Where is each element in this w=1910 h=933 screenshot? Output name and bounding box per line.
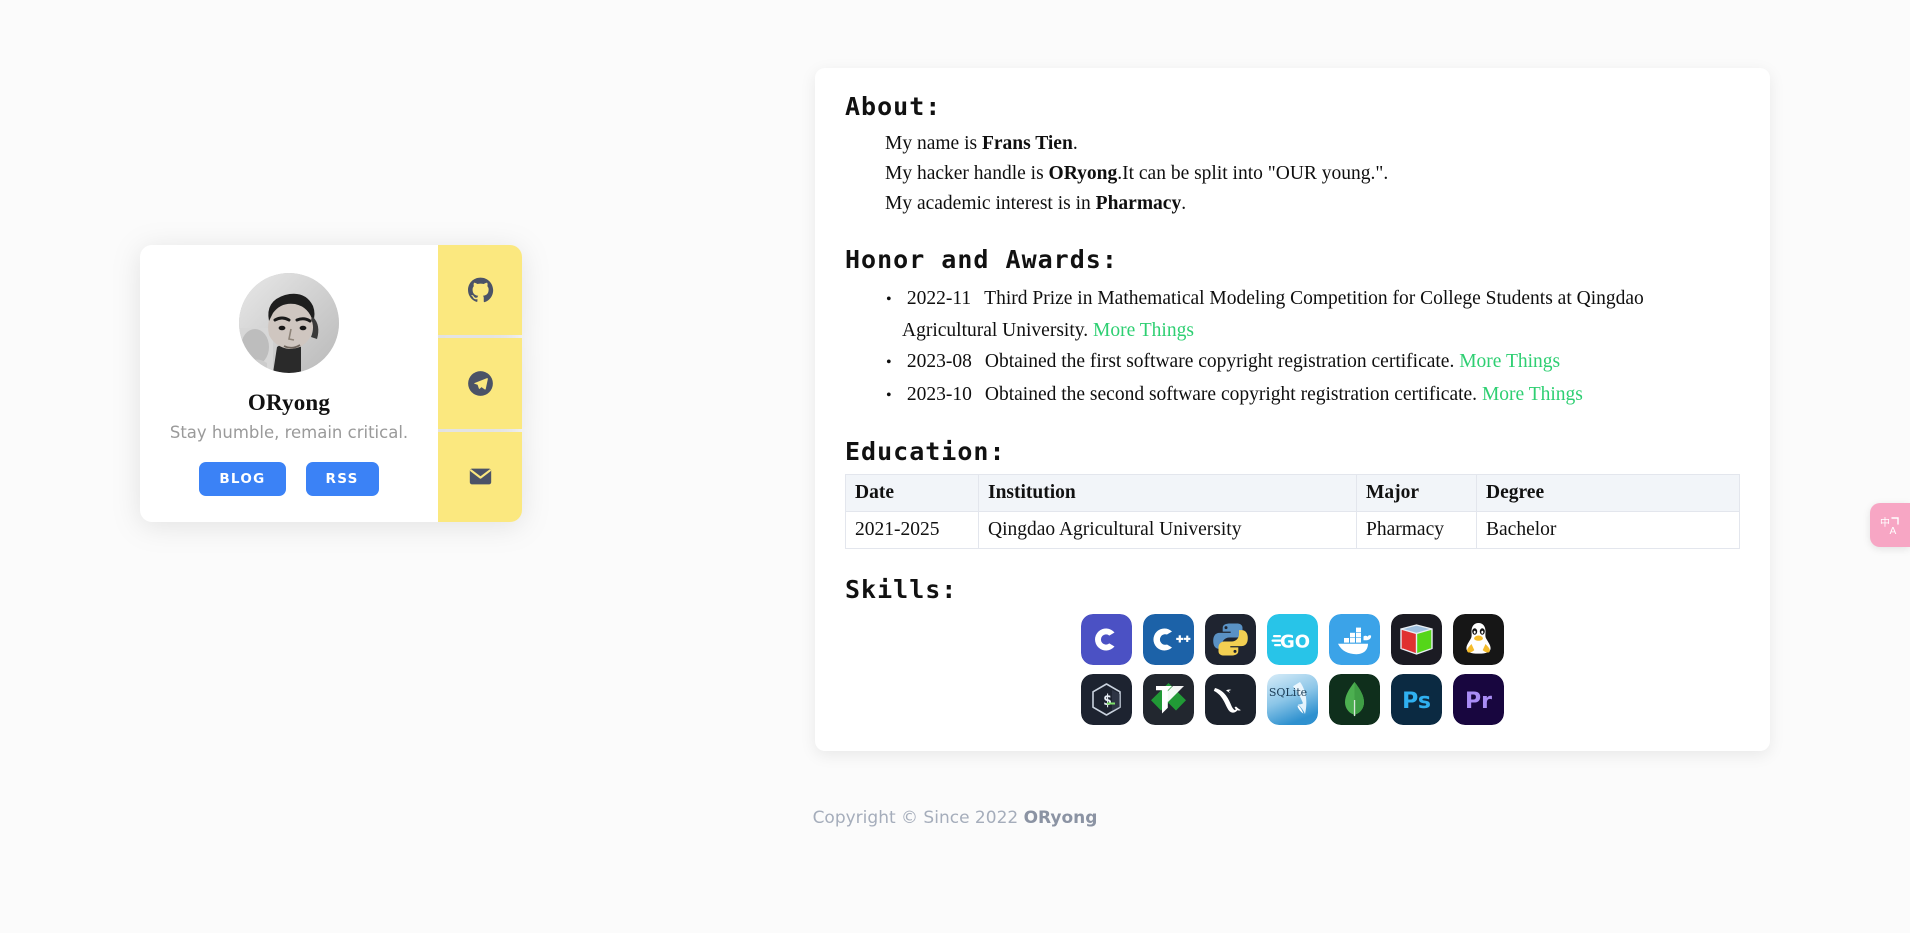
about-line-handle-value: ORyong bbox=[1048, 163, 1118, 184]
profile-card: ORyong Stay humble, remain critical. BLO… bbox=[140, 245, 438, 522]
skill-docker-icon[interactable] bbox=[1329, 614, 1380, 665]
email-icon bbox=[469, 468, 491, 485]
footer-text: Copyright © Since 2022 bbox=[812, 808, 1024, 828]
translate-widget-button[interactable]: 中 A bbox=[1870, 503, 1910, 547]
award-text: Third Prize in Mathematical Modeling Com… bbox=[902, 288, 1644, 341]
profile-buttons: BLOG RSS bbox=[199, 462, 379, 496]
about-line-name-post: . bbox=[1072, 133, 1078, 154]
skill-go-icon[interactable]: GO bbox=[1267, 614, 1318, 665]
skill-linux-icon[interactable] bbox=[1453, 614, 1504, 665]
cell-major: Pharmacy bbox=[1356, 511, 1477, 549]
skill-bash-icon[interactable]: $ bbox=[1081, 674, 1132, 725]
education-heading: Education: bbox=[845, 437, 1006, 466]
about-line-interest: My academic interest is in Pharmacy. bbox=[885, 189, 1740, 219]
list-item: 2023-08 Obtained the first software copyr… bbox=[902, 347, 1740, 379]
about-line-handle-post: .It can be split into "OUR young.". bbox=[1117, 163, 1389, 184]
svg-text:A: A bbox=[1890, 526, 1897, 537]
table-row: 2021-2025 Qingdao Agricultural Universit… bbox=[845, 511, 1740, 549]
rss-button[interactable]: RSS bbox=[305, 462, 379, 496]
blog-button[interactable]: BLOG bbox=[199, 462, 286, 496]
skill-virtualbox-icon[interactable] bbox=[1391, 614, 1442, 665]
skill-mongodb-icon[interactable] bbox=[1329, 674, 1380, 725]
about-heading: About: bbox=[845, 92, 942, 121]
award-text: Obtained the second software copyright r… bbox=[984, 383, 1478, 405]
column-header-date: Date bbox=[845, 474, 979, 512]
skill-mysql-icon[interactable] bbox=[1205, 674, 1256, 725]
profile-name: ORyong bbox=[247, 390, 331, 415]
column-header-institution: Institution bbox=[978, 474, 1357, 512]
svg-text:Ps: Ps bbox=[1402, 689, 1431, 714]
profile-card-wrapper: ORyong Stay humble, remain critical. BLO… bbox=[140, 245, 522, 522]
skills-grid: GO $ SQLite Ps Pr bbox=[845, 614, 1740, 725]
skills-row-2: $ SQLite Ps Pr bbox=[1081, 674, 1504, 725]
footer-owner: ORyong bbox=[1023, 808, 1098, 828]
social-link-github[interactable] bbox=[438, 245, 522, 336]
cell-date: 2021-2025 bbox=[845, 511, 979, 549]
about-line-handle: My hacker handle is ORyong.It can be spl… bbox=[885, 159, 1740, 189]
telegram-icon bbox=[467, 371, 493, 396]
skill-cpp-icon[interactable] bbox=[1143, 614, 1194, 665]
award-text: Obtained the first software copyright re… bbox=[984, 351, 1455, 372]
about-line-interest-value: Pharmacy bbox=[1095, 193, 1182, 214]
award-date: 2023-08 bbox=[906, 351, 972, 372]
skill-photoshop-icon[interactable]: Ps bbox=[1391, 674, 1442, 725]
column-header-degree: Degree bbox=[1476, 474, 1740, 512]
about-body: My name is Frans Tien. My hacker handle … bbox=[845, 129, 1740, 219]
skills-row-1: GO bbox=[1081, 614, 1504, 665]
skill-vim-icon[interactable] bbox=[1143, 674, 1194, 725]
svg-text:GO: GO bbox=[1280, 632, 1310, 653]
profile-tagline: Stay humble, remain critical. bbox=[169, 423, 409, 442]
github-icon bbox=[467, 277, 493, 302]
svg-text:$: $ bbox=[1103, 691, 1112, 709]
cell-degree: Bachelor bbox=[1476, 511, 1740, 549]
column-header-major: Major bbox=[1356, 474, 1477, 512]
svg-text:Pr: Pr bbox=[1465, 689, 1492, 714]
footer: Copyright © Since 2022 ORyong bbox=[0, 808, 1910, 828]
avatar bbox=[239, 273, 339, 373]
social-link-telegram[interactable] bbox=[438, 338, 522, 429]
about-line-name: My name is Frans Tien. bbox=[885, 129, 1740, 159]
award-more-link[interactable]: More Things bbox=[1482, 384, 1583, 405]
skills-heading: Skills: bbox=[845, 575, 958, 604]
about-line-handle-pre: My hacker handle is bbox=[885, 163, 1049, 184]
education-table: Date Institution Major Degree 2021-2025 … bbox=[845, 474, 1740, 549]
page-root: ORyong Stay humble, remain critical. BLO… bbox=[0, 0, 1910, 933]
cell-institution: Qingdao Agricultural University bbox=[978, 511, 1357, 549]
skill-premiere-icon[interactable]: Pr bbox=[1453, 674, 1504, 725]
table-header-row: Date Institution Major Degree bbox=[845, 474, 1740, 512]
skill-c-icon[interactable] bbox=[1081, 614, 1132, 665]
svg-text:SQLite: SQLite bbox=[1269, 686, 1307, 699]
award-date: 2023-10 bbox=[906, 383, 972, 405]
award-date: 2022-11 bbox=[906, 288, 972, 309]
list-item: 2023-10 Obtained the second software copy… bbox=[902, 380, 1740, 412]
about-line-interest-pre: My academic interest is in bbox=[885, 193, 1096, 214]
award-more-link[interactable]: More Things bbox=[1459, 351, 1560, 372]
skill-python-icon[interactable] bbox=[1205, 614, 1256, 665]
list-item: 2022-11Third Prize in Mathematical Model… bbox=[902, 284, 1740, 346]
about-line-name-pre: My name is bbox=[885, 133, 982, 154]
main-content-card: About: My name is Frans Tien. My hacker … bbox=[815, 68, 1770, 751]
about-line-name-value: Frans Tien bbox=[981, 133, 1073, 154]
svg-text:中: 中 bbox=[1880, 516, 1890, 529]
translate-icon: 中 A bbox=[1880, 516, 1899, 537]
social-strip bbox=[438, 245, 522, 522]
skill-sqlite-icon[interactable]: SQLite bbox=[1267, 674, 1318, 725]
award-more-link[interactable]: More Things bbox=[1093, 320, 1194, 341]
honors-list: 2022-11Third Prize in Mathematical Model… bbox=[845, 284, 1740, 411]
social-link-email[interactable] bbox=[438, 431, 522, 522]
honors-heading: Honor and Awards: bbox=[845, 245, 1118, 274]
about-line-interest-post: . bbox=[1181, 193, 1187, 214]
